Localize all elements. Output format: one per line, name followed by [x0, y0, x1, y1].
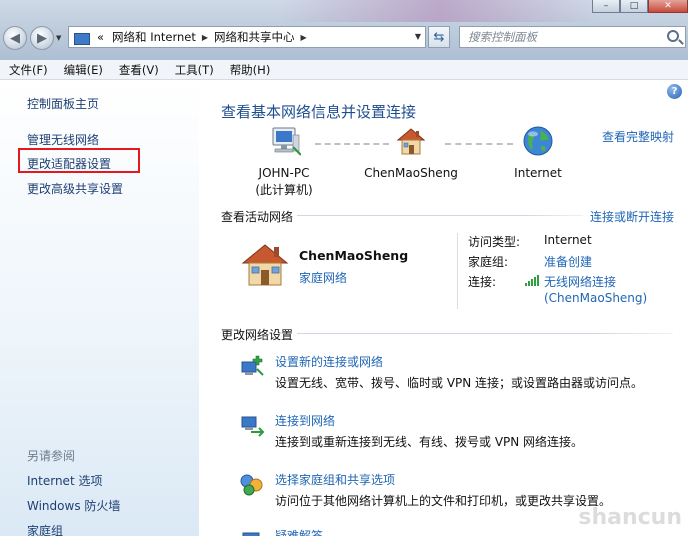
breadcrumb-overflow[interactable]: « [97, 30, 104, 44]
section-divider [297, 215, 583, 216]
map-node-internet[interactable]: Internet [493, 125, 583, 182]
search-icon[interactable] [667, 30, 679, 42]
back-arrow-icon: ◀ [10, 30, 20, 46]
home-network-large-icon [241, 244, 289, 286]
refresh-icon: ⇆ [433, 29, 445, 45]
refresh-button[interactable]: ⇆ [428, 26, 450, 48]
see-also-windows-firewall[interactable]: Windows 防火墙 [27, 497, 120, 514]
main-content: ? 查看基本网络信息并设置连接 查看完整映射 JOHN-PC (此计算机) Ch… [199, 81, 688, 536]
address-bar[interactable]: « 网络和 Internet ▶ 网络和共享中心 ▶ ▼ [68, 26, 426, 48]
wireless-connection-ssid[interactable]: (ChenMaoSheng) [544, 291, 647, 305]
menu-file[interactable]: 文件(F) [4, 62, 53, 78]
sidebar-item-change-adapter-settings[interactable]: 更改适配器设置 [27, 155, 111, 172]
menu-help[interactable]: 帮助(H) [225, 62, 276, 78]
breadcrumb-network-internet[interactable]: 网络和 Internet [112, 29, 196, 45]
vertical-divider [457, 233, 458, 309]
task-homegroup-sharing-link[interactable]: 选择家庭组和共享选项 [275, 471, 395, 488]
search-input[interactable] [468, 30, 653, 44]
address-dropdown-icon[interactable]: ▼ [415, 32, 421, 41]
wireless-connection-link[interactable]: 无线网络连接 [544, 273, 616, 290]
access-type-value: Internet [544, 233, 592, 247]
sidebar-item-advanced-sharing[interactable]: 更改高级共享设置 [27, 180, 123, 197]
sidebar-control-panel-home[interactable]: 控制面板主页 [27, 95, 99, 112]
maximize-button[interactable]: □ [620, 0, 648, 13]
sidebar-item-manage-wireless[interactable]: 管理无线网络 [27, 131, 99, 148]
map-node-internet-name: Internet [514, 166, 562, 180]
breadcrumb-separator-icon[interactable]: ▶ [202, 33, 208, 42]
menu-edit[interactable]: 编辑(E) [59, 62, 108, 78]
home-network-icon [396, 128, 426, 155]
globe-icon [523, 126, 553, 156]
title-bar: – □ ✕ ◀ ▶ ▼ « 网络和 Internet ▶ 网络和共享中心 ▶ ▼… [0, 0, 688, 60]
breadcrumb: « 网络和 Internet ▶ 网络和共享中心 ▶ [97, 29, 313, 45]
connection-label: 连接: [468, 275, 497, 289]
minimize-button[interactable]: – [592, 0, 620, 13]
menu-tools[interactable]: 工具(T) [170, 62, 219, 78]
forward-button[interactable]: ▶ [30, 26, 54, 50]
search-box[interactable] [459, 26, 686, 48]
breadcrumb-network-sharing-center[interactable]: 网络和共享中心 [214, 29, 295, 45]
connect-disconnect-link[interactable]: 连接或断开连接 [590, 208, 674, 225]
homegroup-ready-link[interactable]: 准备创建 [544, 253, 592, 270]
map-node-computer-sub: (此计算机) [255, 183, 313, 197]
see-also-homegroup[interactable]: 家庭组 [27, 522, 63, 536]
control-panel-icon [73, 30, 91, 45]
wireless-signal-icon [525, 275, 539, 286]
close-button[interactable]: ✕ [648, 0, 688, 13]
view-full-map-link[interactable]: 查看完整映射 [602, 128, 674, 145]
homegroup-icon [240, 474, 263, 496]
task-troubleshoot-link[interactable]: 疑难解答 [275, 527, 323, 536]
section-divider [297, 333, 673, 334]
task-homegroup-sharing-desc: 访问位于其他网络计算机上的文件和打印机，或更改共享设置。 [275, 494, 612, 508]
troubleshoot-icon [242, 532, 260, 536]
sidebar: 控制面板主页 管理无线网络 更改适配器设置 更改高级共享设置 另请参阅 Inte… [0, 81, 199, 536]
back-button[interactable]: ◀ [3, 26, 27, 50]
page-title: 查看基本网络信息并设置连接 [221, 103, 417, 121]
task-connect-network-link[interactable]: 连接到网络 [275, 412, 335, 429]
recent-pages-dropdown[interactable]: ▼ [56, 34, 64, 42]
connect-network-icon [241, 416, 265, 437]
forward-arrow-icon: ▶ [37, 30, 47, 46]
task-new-connection-desc: 设置无线、宽带、拨号、临时或 VPN 连接；或设置路由器或访问点。 [275, 376, 644, 390]
task-connect-network-desc: 连接到或重新连接到无线、有线、拨号或 VPN 网络连接。 [275, 435, 584, 449]
window-buttons: – □ ✕ [592, 0, 688, 13]
active-network-name: ChenMaoSheng [299, 248, 409, 263]
access-type-label: 访问类型: [468, 235, 521, 249]
menu-view[interactable]: 查看(V) [114, 62, 164, 78]
homegroup-label: 家庭组: [468, 255, 509, 269]
breadcrumb-separator-icon[interactable]: ▶ [301, 33, 307, 42]
menu-bar: 文件(F) 编辑(E) 查看(V) 工具(T) 帮助(H) [0, 60, 688, 80]
see-also-internet-options[interactable]: Internet 选项 [27, 472, 102, 489]
see-also-heading: 另请参阅 [27, 449, 76, 463]
map-node-home-network-name: ChenMaoSheng [364, 166, 458, 180]
active-network-type-link[interactable]: 家庭网络 [299, 269, 347, 286]
title-glass [280, 0, 600, 22]
task-new-connection-link[interactable]: 设置新的连接或网络 [275, 353, 383, 370]
map-node-home-network[interactable]: ChenMaoSheng [359, 125, 463, 182]
map-node-computer[interactable]: JOHN-PC (此计算机) [245, 125, 323, 199]
watermark: shancun [578, 505, 682, 530]
help-icon[interactable]: ? [667, 84, 682, 99]
active-networks-heading: 查看活动网络 [221, 210, 294, 224]
computer-icon [272, 127, 301, 156]
change-settings-heading: 更改网络设置 [221, 328, 294, 342]
new-connection-icon [241, 355, 264, 376]
map-node-computer-name: JOHN-PC [258, 166, 310, 180]
